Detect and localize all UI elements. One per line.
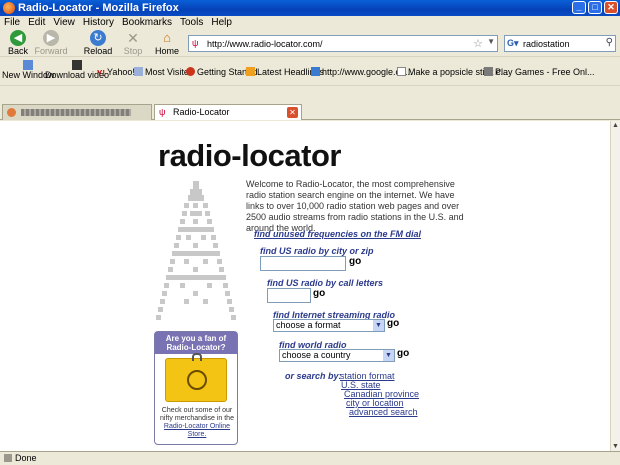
promo-title: Are you a fan of Radio-Locator? (155, 332, 237, 354)
back-arrow-icon: ◀ (10, 30, 26, 46)
call-letters-go-button[interactable]: go (313, 288, 325, 299)
menu-bookmarks[interactable]: Bookmarks (118, 16, 176, 29)
scroll-up-icon[interactable]: ▲ (611, 121, 620, 130)
bookmark-play-games[interactable]: Play Games - Free Onl... (484, 67, 595, 77)
vertical-scrollbar[interactable]: ▲ ▼ (610, 121, 620, 451)
chevron-down-icon: ▼ (383, 350, 394, 361)
firefox-icon (186, 67, 195, 76)
radio-tower-graphic (156, 181, 236, 320)
country-go-button[interactable]: go (397, 348, 409, 359)
merchandise-promo: Are you a fan of Radio-Locator? Check ou… (154, 331, 238, 445)
unused-frequencies-link[interactable]: find unused frequencies on the FM dial (254, 229, 421, 239)
status-text: Done (15, 453, 37, 463)
minimize-button[interactable]: _ (572, 1, 586, 14)
country-select[interactable]: choose a country ▼ (279, 349, 395, 362)
site-logo: radio-locator (158, 138, 341, 173)
tab-radio-locator[interactable]: ψ Radio-Locator ✕ (154, 104, 302, 120)
address-bar[interactable]: ψ ☆ ▼ (188, 35, 498, 52)
search-icon[interactable]: ⚲ (606, 37, 613, 48)
bookmark-yahoo[interactable]: Y! Yahoo! (97, 67, 135, 78)
google-icon (311, 67, 320, 76)
menu-view[interactable]: View (49, 16, 79, 29)
bookmark-star-icon[interactable]: ☆ (473, 37, 483, 50)
search-bar[interactable]: G▾ ⚲ (504, 35, 616, 52)
menu-bar: File Edit View History Bookmarks Tools Help (0, 16, 620, 29)
rss-feed-icon (246, 67, 255, 76)
format-go-button[interactable]: go (387, 318, 399, 329)
url-input[interactable] (207, 37, 467, 50)
page-icon (397, 67, 406, 76)
search-input[interactable] (523, 37, 601, 50)
site-favicon: ψ (192, 38, 199, 48)
stop-icon: ✕ (127, 30, 139, 46)
menu-help[interactable]: Help (207, 16, 236, 29)
call-letters-input[interactable] (267, 288, 311, 303)
bookmark-most-visited[interactable]: Most Visited (134, 67, 194, 77)
forward-arrow-icon: ▶ (43, 30, 59, 46)
scroll-down-icon[interactable]: ▼ (611, 442, 620, 451)
forward-button[interactable]: ▶ Forward (33, 30, 69, 56)
promo-text: Check out some of our nifty merchandise … (160, 407, 234, 422)
window-title: Radio-Locator - Mozilla Firefox (18, 2, 179, 14)
merchandise-bag-image[interactable] (165, 353, 227, 402)
google-icon[interactable]: G▾ (507, 38, 519, 49)
folder-icon (134, 67, 143, 76)
games-icon (484, 67, 493, 76)
back-button[interactable]: ◀ Back (0, 30, 36, 56)
menu-edit[interactable]: Edit (24, 16, 49, 29)
chevron-down-icon: ▼ (373, 320, 384, 331)
tab-favicon: ψ (159, 107, 166, 117)
format-select[interactable]: choose a format ▼ (273, 319, 385, 332)
or-search-by-label: or search by: (285, 371, 342, 381)
tab-favicon (7, 108, 16, 117)
bookmarks-toolbar: New Window Download video Y! Yahoo! Most … (0, 58, 620, 86)
status-icon (4, 454, 12, 462)
window-icon (23, 60, 34, 70)
home-button[interactable]: ⌂ Home (149, 30, 185, 56)
title-bar: Radio-Locator - Mozilla Firefox _ □ ✕ (0, 0, 620, 16)
firefox-icon (3, 2, 15, 14)
menu-history[interactable]: History (79, 16, 118, 29)
intro-text: Welcome to Radio-Locator, the most compr… (246, 179, 464, 233)
yahoo-icon: Y! (97, 69, 105, 78)
city-search-label: find US radio by city or zip (260, 246, 374, 256)
menu-tools[interactable]: Tools (176, 16, 207, 29)
maximize-button[interactable]: □ (588, 1, 602, 14)
blurred-tab-title (21, 109, 131, 116)
close-tab-button[interactable]: ✕ (287, 107, 298, 118)
stop-button[interactable]: ✕ Stop (115, 30, 151, 56)
reload-button[interactable]: ↻ Reload (80, 30, 116, 56)
browser-window: Radio-Locator - Mozilla Firefox _ □ ✕ Fi… (0, 0, 620, 465)
advanced-search-link[interactable]: advanced search (349, 407, 418, 417)
city-go-button[interactable]: go (349, 256, 361, 267)
page-content: radio-locator Welcome to Radio-Locator, … (0, 121, 610, 451)
city-zip-input[interactable] (260, 256, 346, 271)
reload-icon: ↻ (90, 30, 106, 46)
tab-strip: ψ Radio-Locator ✕ (0, 103, 620, 120)
menu-file[interactable]: File (0, 16, 24, 29)
chevron-down-icon[interactable]: ▼ (487, 37, 495, 46)
call-letters-label: find US radio by call letters (267, 278, 384, 288)
film-icon (72, 60, 83, 70)
online-store-link[interactable]: Radio-Locator Online Store. (164, 423, 230, 438)
home-icon: ⌂ (163, 30, 171, 45)
close-button[interactable]: ✕ (604, 1, 618, 14)
tab-blurred[interactable] (2, 104, 152, 120)
status-bar: Done (0, 451, 620, 465)
